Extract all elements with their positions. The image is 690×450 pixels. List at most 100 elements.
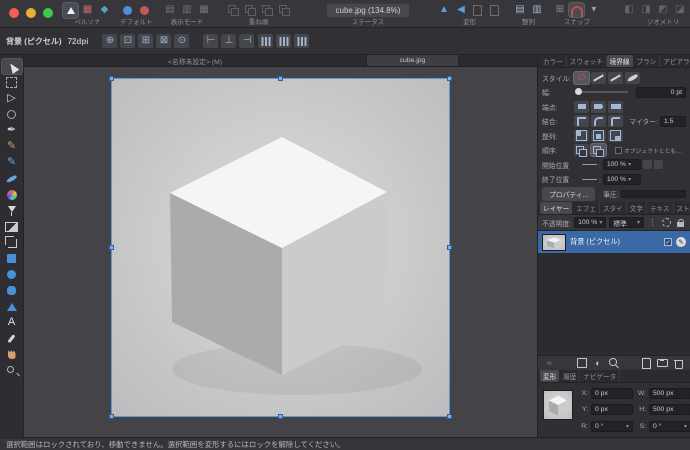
point-transform-tool[interactable] [2, 107, 22, 122]
pressure-profile-field[interactable] [620, 189, 686, 198]
bevel-join-button[interactable] [608, 115, 623, 127]
stroke-behind-fill-button[interactable] [574, 144, 589, 157]
width-input[interactable]: 500 px [649, 388, 690, 400]
view-mode-split-icon[interactable]: ▦ [197, 3, 212, 17]
layer-edit-badge-icon[interactable] [676, 237, 686, 247]
new-layer-icon[interactable] [640, 357, 653, 370]
blend-options-gear-icon[interactable] [661, 217, 672, 229]
document-tab-cube[interactable]: cube.jpg [367, 55, 459, 66]
selection-handle-s[interactable] [277, 414, 283, 419]
tab-navigator[interactable]: ナビゲータ [580, 370, 621, 382]
document-tab-untitled[interactable]: <名称未設定> (M) [24, 55, 367, 66]
shear-input[interactable]: 0 ° [649, 420, 690, 432]
transform-separately-icon[interactable]: ⊠ [156, 34, 172, 48]
blend-mode-select[interactable]: 標準 [609, 217, 644, 228]
move-to-back-icon[interactable] [277, 3, 292, 17]
pencil-tool[interactable]: ✎ [2, 155, 22, 170]
selection-handle-ne[interactable] [447, 76, 452, 81]
scale-with-object-checkbox[interactable] [615, 146, 622, 154]
new-group-icon[interactable] [656, 357, 669, 370]
rotation-input[interactable]: 0 ° [591, 420, 633, 432]
rectangle-tool[interactable] [2, 251, 22, 266]
place-image-tool[interactable] [2, 219, 22, 234]
vector-brush-tool[interactable]: ✎ [2, 139, 22, 154]
tab-swatches[interactable]: スウォッチ [567, 55, 607, 67]
node-tool[interactable]: ▷ [2, 91, 22, 106]
minimize-window-button[interactable] [26, 8, 36, 18]
canvas-viewport[interactable] [24, 67, 537, 437]
stroke-align-outside-button[interactable] [608, 129, 623, 142]
x-input[interactable]: 0 px [591, 388, 633, 400]
square-cap-button[interactable] [608, 100, 623, 113]
tab-layers[interactable]: レイヤー [540, 202, 573, 214]
align-right-icon[interactable]: ⊣ [239, 34, 255, 48]
opacity-stepper-icon[interactable]: ⋮ [647, 217, 658, 229]
tab-history[interactable]: 履歴 [560, 370, 581, 382]
geometry-xor-icon[interactable]: ◪ [672, 3, 687, 17]
dashed-stroke-button[interactable] [608, 71, 623, 84]
view-hand-tool[interactable] [2, 347, 22, 362]
move-backward-icon[interactable] [260, 3, 275, 17]
color-picker-tool[interactable] [2, 331, 22, 346]
round-join-button[interactable] [591, 115, 606, 127]
stroke-width-slider-knob[interactable] [575, 88, 582, 95]
layer-row-background[interactable]: 背景 (ピクセル) [538, 231, 690, 253]
tab-color[interactable]: カラー [540, 55, 567, 67]
height-input[interactable]: 500 px [649, 404, 690, 416]
stroke-end-input[interactable]: 100 % [602, 173, 641, 185]
zoom-tool[interactable] [2, 363, 22, 378]
selection-handle-n[interactable] [277, 76, 283, 81]
cycle-selection-box-icon[interactable]: ⊡ [120, 34, 136, 48]
pen-tool[interactable]: ✒ [2, 123, 22, 138]
selection-handle-se[interactable] [447, 414, 452, 419]
tab-appearance[interactable]: アピアランス [660, 55, 690, 67]
stroke-align-inside-button[interactable] [574, 129, 589, 142]
document-zoom-status-button[interactable]: cube.jpg (134.8%) [325, 2, 411, 18]
snap-dropdown-caret-icon[interactable]: ▾ [586, 3, 601, 17]
tab-text-styles[interactable]: テキス [647, 202, 674, 214]
color-wheel-tool[interactable] [2, 187, 22, 202]
flip-horizontal-icon[interactable]: ▲ [436, 3, 451, 17]
geometry-intersect-icon[interactable]: ◩ [655, 3, 670, 17]
stroke-extra-button-2[interactable] [653, 160, 663, 169]
selection-handle-nw[interactable] [109, 76, 114, 81]
move-forward-icon[interactable] [243, 3, 258, 17]
distribute-horizontal-icon[interactable] [258, 34, 274, 48]
document-image[interactable] [109, 76, 452, 419]
stroke-width-slider[interactable] [575, 88, 628, 95]
text-tool[interactable]: A [2, 315, 22, 330]
geometry-add-icon[interactable]: ◧ [621, 3, 636, 17]
paint-brush-tool[interactable] [2, 171, 22, 186]
no-stroke-button[interactable]: ∅ [574, 71, 589, 84]
tab-styles[interactable]: スタイ [600, 202, 627, 214]
live-filter-icon[interactable] [608, 357, 621, 370]
alignment-options-icon[interactable]: ▥ [529, 3, 544, 17]
close-window-button[interactable] [9, 8, 19, 18]
end-stepper-icon[interactable] [597, 170, 603, 188]
zoom-window-button[interactable] [43, 8, 53, 18]
export-persona-icon[interactable]: ◆ [97, 3, 112, 17]
tab-character[interactable]: 文字 [627, 202, 647, 214]
triangle-shape-tool[interactable] [2, 299, 22, 314]
opacity-input[interactable]: 100 % [574, 217, 607, 228]
round-cap-button[interactable] [591, 100, 606, 113]
stroke-width-input[interactable]: 0 pt [636, 86, 686, 98]
distribute-center-icon[interactable] [276, 34, 292, 48]
crop-tool[interactable] [2, 235, 22, 250]
align-left-icon[interactable]: ⊢ [203, 34, 219, 48]
layer-visibility-checkbox[interactable] [664, 238, 672, 246]
rounded-rectangle-tool[interactable] [2, 283, 22, 298]
rotation-center-icon[interactable]: ⊕ [102, 34, 118, 48]
anchor-point-selector[interactable] [543, 390, 573, 420]
selection-handle-sw[interactable] [109, 414, 114, 419]
stroke-in-front-button[interactable] [591, 144, 606, 157]
layer-list-empty-area[interactable] [538, 253, 690, 355]
mask-layer-icon[interactable] [576, 357, 589, 370]
butt-cap-button[interactable] [574, 100, 589, 113]
ellipse-tool[interactable] [2, 267, 22, 282]
selection-handle-e[interactable] [447, 244, 452, 250]
artboard-tool[interactable] [2, 75, 22, 90]
rotate-ccw-icon[interactable] [470, 3, 485, 17]
tab-brushes[interactable]: ブラシ [634, 55, 661, 67]
distribute-vertical-icon[interactable] [294, 34, 310, 48]
